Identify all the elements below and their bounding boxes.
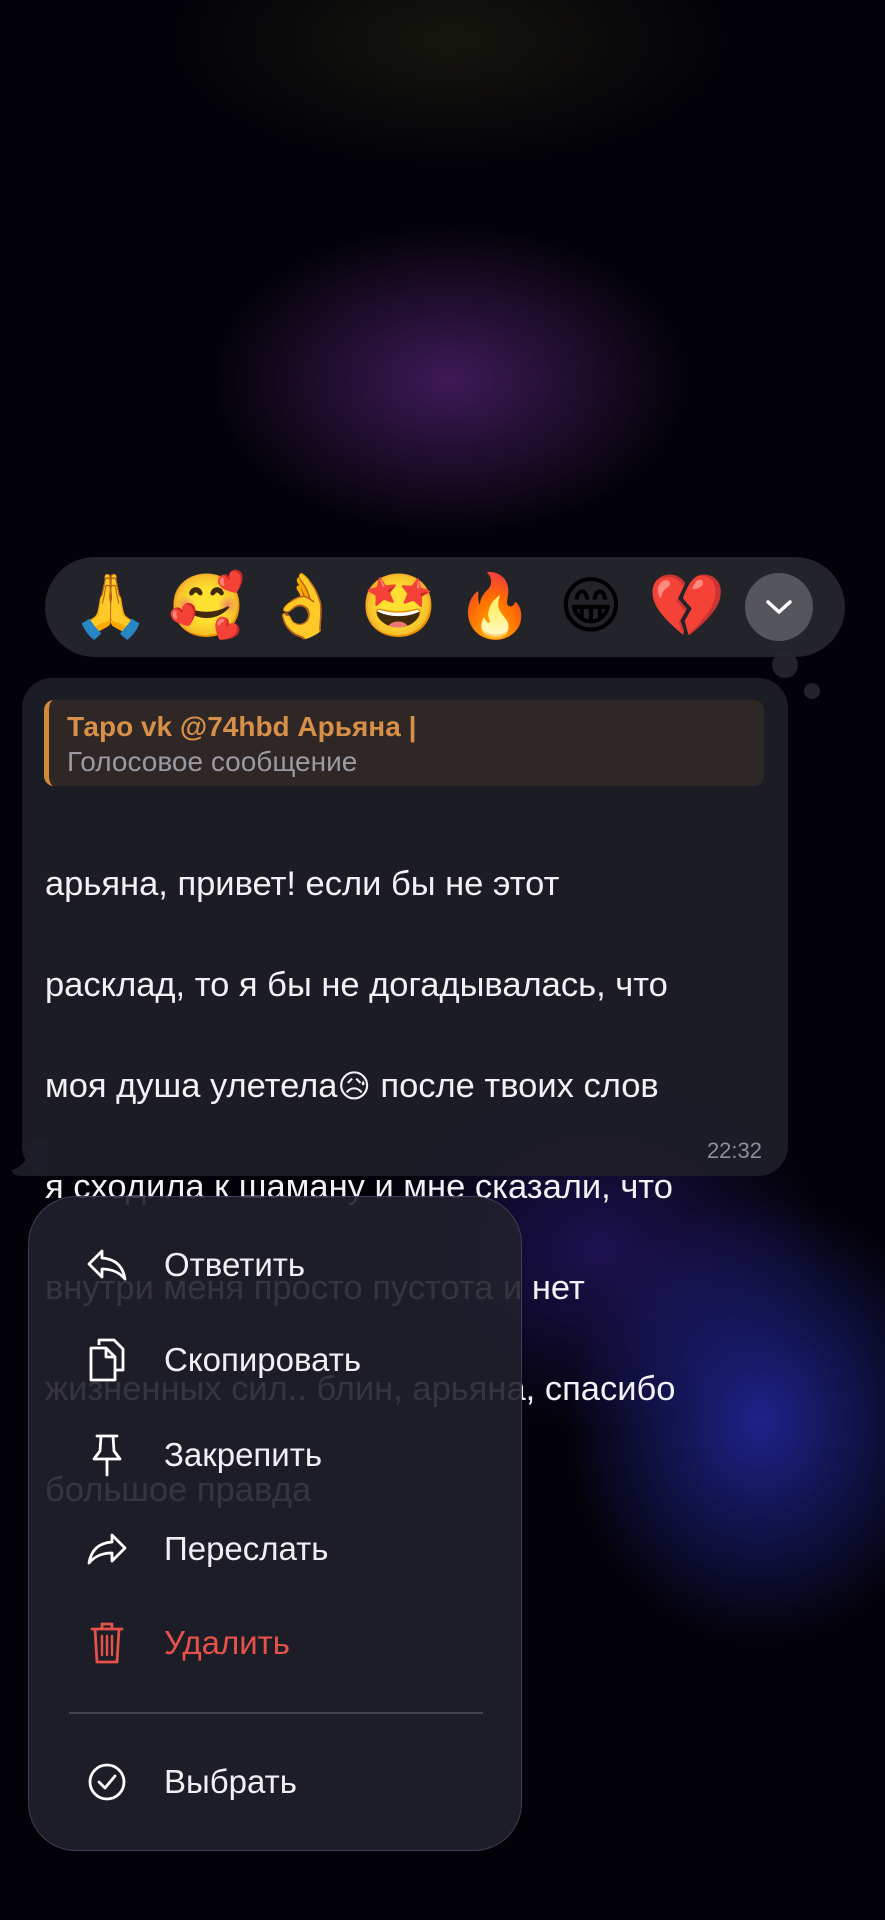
reply-type: Голосовое сообщение: [67, 746, 358, 777]
copy-icon: [85, 1338, 129, 1382]
sad-face-emoji-icon: 😥: [337, 1067, 371, 1104]
menu-item-select[interactable]: Выбрать: [29, 1742, 521, 1822]
pin-icon: [85, 1433, 129, 1477]
context-menu: Ответить Скопировать Закрепить Переслать…: [28, 1196, 522, 1851]
message-line: арьяна, привет! если бы не этот: [45, 864, 560, 903]
menu-divider: [69, 1712, 483, 1714]
menu-label-reply: Ответить: [164, 1246, 306, 1283]
menu-label-delete: Удалить: [164, 1624, 290, 1661]
message-line: расклад, то я бы не догадывалась, что: [45, 960, 766, 1011]
message-text-fragment: расклад, то я бы не догадывалась, что: [45, 965, 668, 1004]
chevron-down-icon: [766, 600, 792, 614]
menu-item-pin[interactable]: Закрепить: [29, 1415, 521, 1495]
broken-heart-icon[interactable]: 💔: [639, 559, 735, 655]
reply-author: Таро vk @74hbd Арьяна |: [67, 711, 417, 742]
reaction-bar-tail-dot-small: [804, 683, 820, 699]
message-bubble[interactable]: Таро vk @74hbd Арьяна | Голосовое сообще…: [22, 678, 788, 1509]
reaction-bar: 🙏 🥰 👌 🤩 🔥 😁 💔: [45, 557, 845, 657]
check-circle-icon: [85, 1760, 129, 1804]
trash-icon: [85, 1621, 129, 1665]
menu-label-copy: Скопировать: [164, 1341, 362, 1378]
menu-label-forward: Переслать: [164, 1530, 329, 1567]
menu-item-delete[interactable]: Удалить: [29, 1603, 521, 1683]
menu-label-select: Выбрать: [164, 1763, 297, 1800]
forward-icon: [85, 1527, 129, 1571]
reply-icon: [85, 1243, 129, 1287]
menu-label-pin: Закрепить: [164, 1436, 323, 1473]
folded-hands-icon[interactable]: 🙏: [63, 559, 159, 655]
menu-item-copy[interactable]: Скопировать: [29, 1320, 521, 1400]
message-text-fragment: моя душа улетела: [45, 1066, 338, 1105]
message-time: 22:32: [706, 1138, 762, 1163]
menu-item-forward[interactable]: Переслать: [29, 1509, 521, 1589]
reaction-bar-tail-dot: [772, 652, 798, 678]
grinning-face-icon[interactable]: 😁: [543, 559, 639, 655]
star-struck-icon[interactable]: 🤩: [351, 559, 447, 655]
menu-item-reply[interactable]: Ответить: [29, 1225, 521, 1305]
ok-hand-icon[interactable]: 👌: [255, 559, 351, 655]
reply-quote[interactable]: Таро vk @74hbd Арьяна | Голосовое сообще…: [44, 700, 764, 786]
message-text-fragment: после твоих слов: [370, 1066, 659, 1105]
chat-screen: 🙏 🥰 👌 🤩 🔥 😁 💔 Таро vk @74hbd Арьяна | Го…: [0, 0, 885, 1920]
message-line: моя душа улетела😥 после твоих слов: [45, 1061, 766, 1112]
fire-icon[interactable]: 🔥: [447, 559, 543, 655]
smiling-face-with-hearts-icon[interactable]: 🥰: [159, 559, 255, 655]
expand-reactions-button[interactable]: [745, 573, 813, 641]
